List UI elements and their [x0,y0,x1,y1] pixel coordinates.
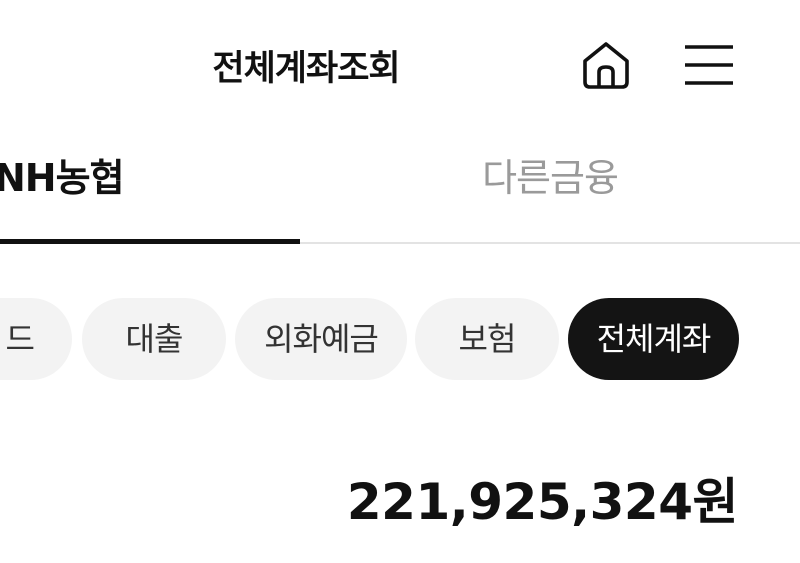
chip-card[interactable]: 드 [0,298,72,380]
chip-label: 대출 [125,320,184,358]
chip-loan[interactable]: 대출 [82,298,226,380]
chip-all-accounts[interactable]: 전체계좌 [568,298,739,380]
chip-insurance[interactable]: 보험 [415,298,559,380]
chip-foreign-currency[interactable]: 외화예금 [235,298,407,380]
chip-label: 전체계좌 [596,320,712,358]
page-title: 전체계좌조회 [212,49,400,89]
account-type-filter: 드 대출 외화예금 보험 전체계좌 [0,298,800,382]
menu-button[interactable] [678,38,740,92]
tab-label: NH농협 [0,156,125,200]
tab-nh-nonghyup[interactable]: NH농협 [0,130,300,244]
home-icon [583,42,629,89]
account-overview-screen: 전체계좌조회 NH농협 다른금융 드 대출 외화예금 보험 전체계좌 221,9… [0,0,800,563]
hamburger-menu-icon [685,45,733,85]
active-tab-indicator [0,239,300,244]
chip-label: 드 [5,320,35,358]
home-button[interactable] [575,36,637,94]
chip-label: 보험 [458,320,517,358]
tab-other-finance[interactable]: 다른금융 [400,130,700,242]
tab-label: 다른금융 [482,156,619,200]
chip-label: 외화예금 [264,320,379,358]
total-balance: 221,925,324원 [346,473,739,531]
institution-tabs: NH농협 다른금융 [0,130,800,244]
